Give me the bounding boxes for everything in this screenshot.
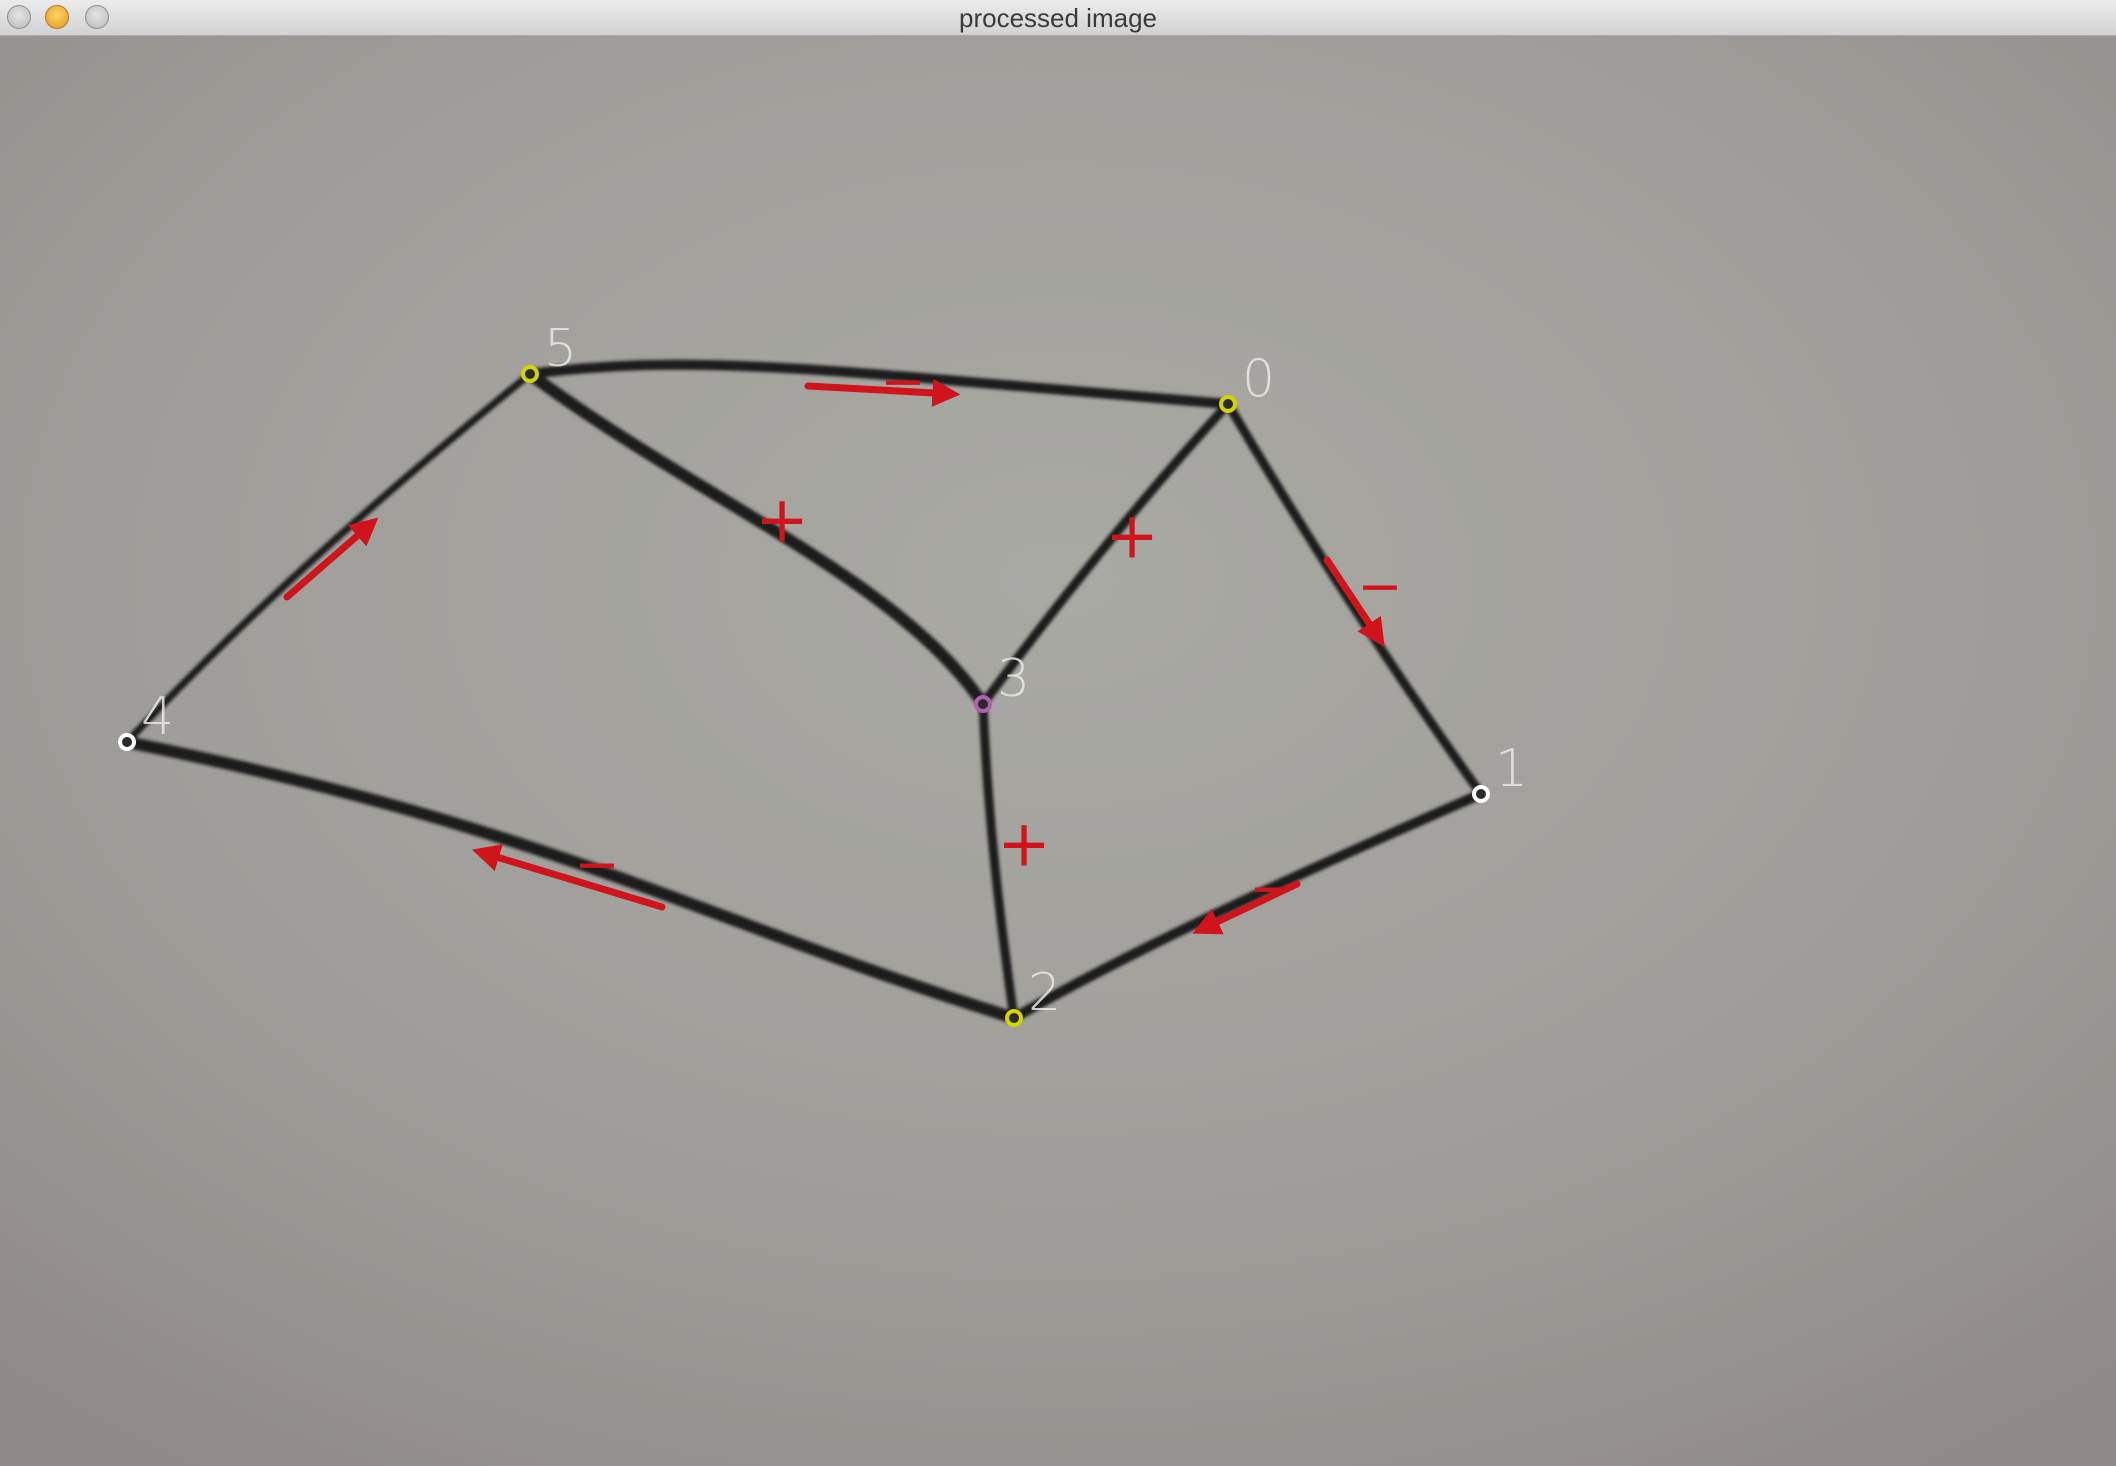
title-bar[interactable]: processed image	[0, 0, 2116, 36]
edge-sign-1-2: −	[1249, 857, 1294, 920]
node-label-0: 0	[1242, 349, 1275, 409]
edge-sign-5-0: −	[880, 350, 925, 413]
node-marker-0	[1219, 395, 1237, 413]
node-marker-1	[1472, 785, 1490, 803]
edge-sign-0-3: +	[1105, 500, 1159, 574]
edge-sign-3-2: +	[997, 808, 1051, 882]
window-title: processed image	[959, 3, 1157, 33]
node-label-5: 5	[544, 319, 577, 379]
node-label-1: 1	[1495, 739, 1528, 799]
edge-sign-0-1: −	[1357, 555, 1402, 618]
node-marker-5	[521, 365, 539, 383]
node-label-3: 3	[997, 649, 1030, 709]
edge-sign-2-4: −	[574, 833, 619, 896]
edge-sign-5-3: +	[755, 484, 809, 558]
node-marker-3	[974, 695, 992, 713]
node-label-4: 4	[141, 687, 174, 747]
node-marker-4	[118, 733, 136, 751]
app-window: processed image − − − − + + + 0 1 2 3 4 5	[0, 0, 2116, 1466]
processed-image: − − − − + + + 0 1 2 3 4 5	[0, 36, 2116, 1466]
image-canvas: − − − − + + + 0 1 2 3 4 5	[0, 36, 2116, 1466]
node-marker-2	[1005, 1009, 1023, 1027]
photo-background	[0, 36, 2116, 1466]
node-label-2: 2	[1028, 963, 1061, 1023]
